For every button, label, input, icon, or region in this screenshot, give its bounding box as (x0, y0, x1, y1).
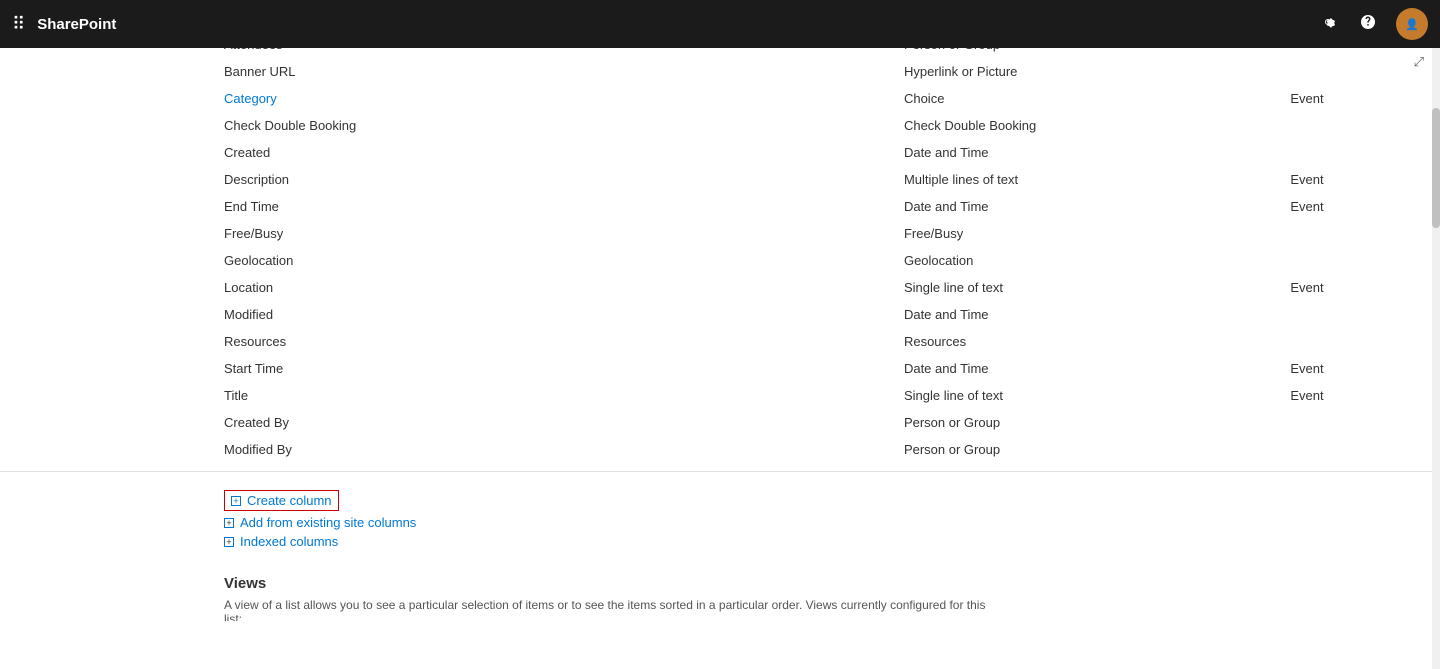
topbar: ⠿ SharePoint 👤 (0, 0, 1440, 48)
column-usedin-cell: Event (1274, 274, 1440, 301)
column-name-cell: Created By (0, 409, 888, 436)
column-usedin-cell: Event (1274, 193, 1440, 220)
column-usedin-cell (1274, 220, 1440, 247)
column-name-cell: Modified (0, 301, 888, 328)
avatar-initials: 👤 (1405, 18, 1419, 31)
column-usedin-cell: Event (1274, 166, 1440, 193)
indexed-columns-action[interactable]: + Indexed columns (224, 534, 1440, 549)
table-row: TitleSingle line of textEvent (0, 382, 1440, 409)
table-row: DescriptionMultiple lines of textEvent (0, 166, 1440, 193)
create-column-icon: + (231, 496, 241, 506)
settings-icon[interactable] (1316, 10, 1340, 39)
column-name-cell: Location (0, 274, 888, 301)
indexed-columns-label: Indexed columns (240, 534, 338, 549)
column-type-cell: Multiple lines of text (888, 166, 1274, 193)
waffle-icon[interactable]: ⠿ (12, 14, 25, 35)
column-name-cell: Resources (0, 328, 888, 355)
column-usedin-cell: Event (1274, 85, 1440, 112)
column-usedin-cell (1274, 112, 1440, 139)
scrollbar-thumb[interactable] (1432, 108, 1440, 228)
column-type-cell: Resources (888, 328, 1274, 355)
column-usedin-cell (1274, 328, 1440, 355)
columns-table: Column (click to edit) Type Used in Atte… (0, 0, 1440, 463)
column-name-cell: Free/Busy (0, 220, 888, 247)
column-type-cell: Choice (888, 85, 1274, 112)
indexed-columns-icon: + (224, 537, 234, 547)
column-name-cell: Modified By (0, 436, 888, 463)
column-type-cell: Single line of text (888, 274, 1274, 301)
column-type-cell: Single line of text (888, 382, 1274, 409)
views-section: Views A view of a list allows you to see… (0, 563, 1440, 621)
table-row: Modified ByPerson or Group (0, 436, 1440, 463)
column-name-cell: End Time (0, 193, 888, 220)
column-name-cell[interactable]: Category (0, 85, 888, 112)
table-row: End TimeDate and TimeEvent (0, 193, 1440, 220)
column-usedin-cell (1274, 436, 1440, 463)
help-icon[interactable] (1356, 10, 1380, 39)
column-name-cell: Banner URL (0, 58, 888, 85)
column-type-cell: Date and Time (888, 193, 1274, 220)
avatar[interactable]: 👤 (1396, 8, 1428, 40)
app-title: SharePoint (37, 16, 116, 33)
column-type-cell: Date and Time (888, 139, 1274, 166)
create-column-label: Create column (247, 493, 332, 508)
column-type-cell: Check Double Booking (888, 112, 1274, 139)
add-existing-label: Add from existing site columns (240, 515, 416, 530)
column-name-cell: Start Time (0, 355, 888, 382)
column-name-cell: Title (0, 382, 888, 409)
views-description: A view of a list allows you to see a par… (224, 598, 1004, 621)
column-type-cell: Free/Busy (888, 220, 1274, 247)
add-existing-icon: + (224, 518, 234, 528)
table-row: GeolocationGeolocation (0, 247, 1440, 274)
column-type-cell: Geolocation (888, 247, 1274, 274)
column-usedin-cell (1274, 301, 1440, 328)
column-name-cell: Description (0, 166, 888, 193)
add-from-existing-action[interactable]: + Add from existing site columns (224, 515, 1440, 530)
action-links-section: + Create column + Add from existing site… (0, 480, 1440, 563)
column-type-cell: Hyperlink or Picture (888, 58, 1274, 85)
table-row: Category ChoiceEvent (0, 85, 1440, 112)
column-name-cell: Geolocation (0, 247, 888, 274)
column-type-cell: Person or Group (888, 409, 1274, 436)
column-link[interactable]: Category (224, 91, 277, 106)
columns-divider (0, 471, 1440, 472)
table-row: Check Double BookingCheck Double Booking (0, 112, 1440, 139)
table-row: LocationSingle line of textEvent (0, 274, 1440, 301)
table-row: Created ByPerson or Group (0, 409, 1440, 436)
column-name-cell: Check Double Booking (0, 112, 888, 139)
column-usedin-cell (1274, 409, 1440, 436)
column-usedin-cell (1274, 247, 1440, 274)
table-row: Start TimeDate and TimeEvent (0, 355, 1440, 382)
table-row: ResourcesResources (0, 328, 1440, 355)
table-row: Free/BusyFree/Busy (0, 220, 1440, 247)
fullscreen-icon[interactable]: ⤢ (1414, 54, 1424, 70)
column-type-cell: Date and Time (888, 301, 1274, 328)
topbar-actions: 👤 (1316, 8, 1428, 40)
views-title: Views (224, 575, 1440, 592)
scrollbar-track (1432, 48, 1440, 621)
table-row: ModifiedDate and Time (0, 301, 1440, 328)
table-row: CreatedDate and Time (0, 139, 1440, 166)
column-usedin-cell: Event (1274, 355, 1440, 382)
column-type-cell: Date and Time (888, 355, 1274, 382)
main-content: Column (click to edit) Type Used in Atte… (0, 0, 1440, 621)
column-name-cell: Created (0, 139, 888, 166)
column-usedin-cell: Event (1274, 382, 1440, 409)
table-row: Banner URLHyperlink or Picture (0, 58, 1440, 85)
column-usedin-cell (1274, 139, 1440, 166)
column-type-cell: Person or Group (888, 436, 1274, 463)
create-column-action[interactable]: + Create column (224, 490, 1440, 511)
